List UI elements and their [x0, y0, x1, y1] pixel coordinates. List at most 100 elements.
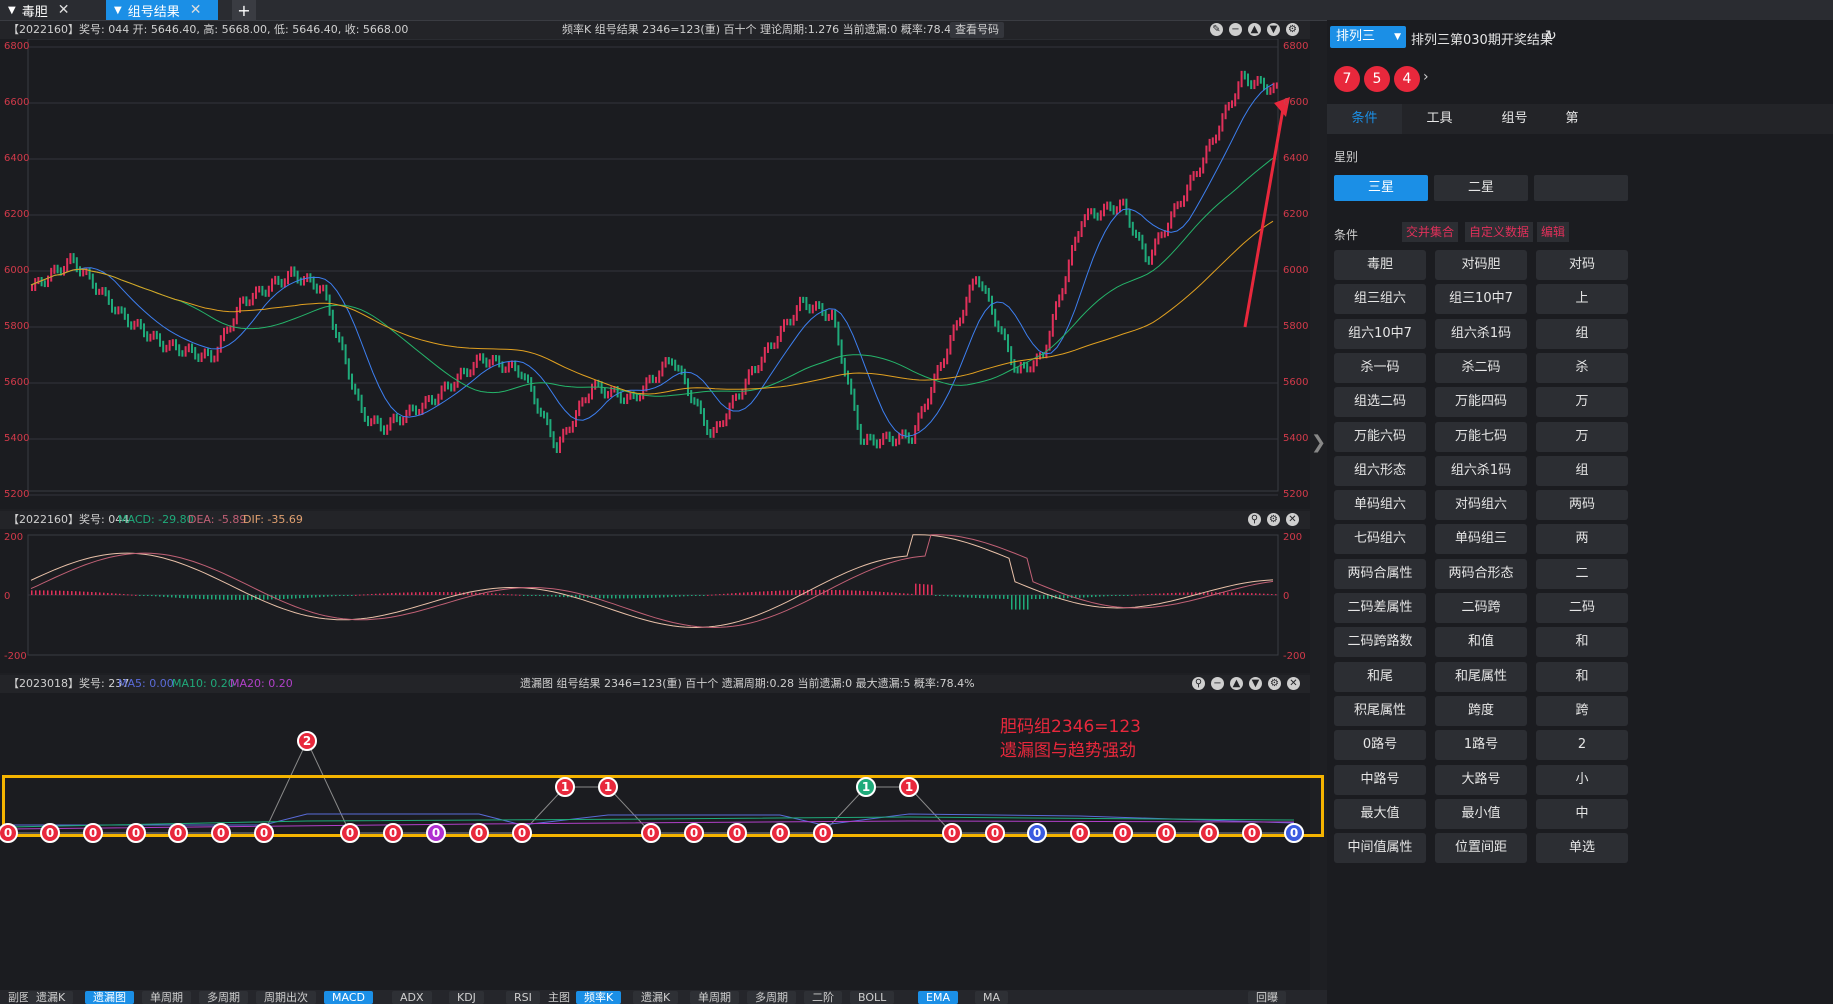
- minus-icon[interactable]: −: [1211, 677, 1224, 690]
- toolbar-subchart-item[interactable]: 周期出次: [256, 991, 316, 1004]
- condition-button[interactable]: 和尾: [1334, 661, 1426, 692]
- toolbar-mainchart-item[interactable]: EMA: [918, 991, 958, 1004]
- condition-button[interactable]: 七码组六: [1334, 524, 1426, 555]
- condition-button[interactable]: 对码组六: [1435, 490, 1527, 521]
- toolbar-subchart-item[interactable]: 遗漏图: [85, 991, 134, 1004]
- toolbar-subchart-item[interactable]: 遗漏K: [28, 991, 74, 1004]
- condition-button[interactable]: 组六形态: [1334, 455, 1426, 486]
- condition-button[interactable]: 组三组六: [1334, 284, 1426, 315]
- condition-button[interactable]: 上: [1536, 284, 1628, 315]
- condition-button[interactable]: 跨度: [1435, 695, 1527, 726]
- condition-button[interactable]: 和: [1536, 661, 1628, 692]
- down-icon[interactable]: ▼: [1249, 677, 1262, 690]
- condition-button[interactable]: 和: [1536, 627, 1628, 658]
- condition-button[interactable]: 对码: [1536, 250, 1628, 280]
- condition-button[interactable]: 中: [1536, 798, 1628, 829]
- tab-more[interactable]: 第: [1552, 104, 1592, 134]
- star-option-more[interactable]: [1534, 175, 1628, 201]
- condition-button[interactable]: 组六10中7: [1334, 318, 1426, 349]
- expand-right-icon[interactable]: ❯: [1311, 432, 1326, 453]
- toolbar-subchart-item[interactable]: RSI: [506, 991, 540, 1004]
- condition-button[interactable]: 二码跨: [1435, 593, 1527, 623]
- up-icon[interactable]: ▲: [1248, 23, 1261, 36]
- condition-button[interactable]: 万: [1536, 421, 1628, 452]
- condition-button[interactable]: 两码合形态: [1435, 558, 1527, 589]
- link-intersection[interactable]: 交并集合: [1402, 222, 1459, 242]
- condition-button[interactable]: 中间值属性: [1334, 833, 1426, 864]
- condition-button[interactable]: 万: [1536, 387, 1628, 418]
- condition-button[interactable]: 和值: [1435, 627, 1527, 658]
- lottery-select[interactable]: 排列三 ▼: [1330, 26, 1406, 48]
- condition-button[interactable]: 单码组三: [1435, 524, 1527, 555]
- close-icon[interactable]: ✕: [190, 2, 202, 18]
- dropdown-icon[interactable]: ▼: [8, 5, 16, 16]
- toolbar-mainchart-item[interactable]: 二阶: [804, 991, 842, 1004]
- condition-button[interactable]: 中路号: [1334, 764, 1426, 795]
- condition-button[interactable]: 跨: [1536, 695, 1628, 726]
- condition-button[interactable]: 1路号: [1435, 730, 1527, 761]
- toolbar-replay-button[interactable]: 回曝: [1248, 991, 1286, 1004]
- toolbar-subchart-item[interactable]: ADX: [392, 991, 432, 1004]
- toolbar-mainchart-item[interactable]: 遗漏K: [633, 991, 679, 1004]
- settings-icon[interactable]: ⚙: [1286, 23, 1299, 36]
- condition-button[interactable]: 0路号: [1334, 730, 1426, 761]
- condition-button[interactable]: 和尾属性: [1435, 661, 1527, 692]
- toolbar-mainchart-item[interactable]: BOLL: [850, 991, 895, 1004]
- condition-button[interactable]: 二码跨路数: [1334, 627, 1426, 658]
- tab-condition[interactable]: 条件: [1327, 104, 1402, 134]
- condition-button[interactable]: 二码: [1536, 593, 1628, 623]
- condition-button[interactable]: 杀一码: [1334, 352, 1426, 383]
- condition-button[interactable]: 最大值: [1334, 798, 1426, 829]
- refresh-icon[interactable]: ↻: [1545, 28, 1557, 44]
- tab-tools[interactable]: 工具: [1402, 104, 1477, 134]
- condition-button[interactable]: 二码差属性: [1334, 593, 1426, 623]
- condition-button[interactable]: 两码合属性: [1334, 558, 1426, 589]
- condition-button[interactable]: 积尾属性: [1334, 695, 1426, 726]
- star-option-3[interactable]: 三星: [1334, 175, 1428, 201]
- condition-button[interactable]: 万能六码: [1334, 421, 1426, 452]
- minus-icon[interactable]: −: [1229, 23, 1242, 36]
- chevron-right-icon[interactable]: ›: [1423, 69, 1429, 85]
- toolbar-mainchart-item[interactable]: MA: [975, 991, 1009, 1004]
- condition-button[interactable]: 杀: [1536, 352, 1628, 383]
- toolbar-mainchart-item[interactable]: 频率K: [576, 991, 622, 1004]
- condition-button[interactable]: 两码: [1536, 490, 1628, 521]
- condition-button[interactable]: 组六杀1码: [1435, 455, 1527, 486]
- condition-button[interactable]: 组三10中7: [1435, 284, 1527, 315]
- settings-icon[interactable]: ⚙: [1267, 513, 1280, 526]
- link-edit[interactable]: 编辑: [1537, 222, 1570, 242]
- condition-button[interactable]: 两: [1536, 524, 1628, 555]
- condition-button[interactable]: 小: [1536, 764, 1628, 795]
- close-icon[interactable]: ✕: [1286, 513, 1299, 526]
- view-number-button[interactable]: 查看号码: [950, 22, 1004, 38]
- condition-button[interactable]: 大路号: [1435, 764, 1527, 795]
- star-option-2[interactable]: 二星: [1434, 175, 1528, 201]
- toolbar-subchart-item[interactable]: KDJ: [449, 991, 484, 1004]
- pin-icon[interactable]: ⚲: [1248, 513, 1261, 526]
- pin-icon[interactable]: ⚲: [1192, 677, 1205, 690]
- condition-button[interactable]: 毒胆: [1334, 250, 1426, 280]
- toolbar-subchart-item[interactable]: 多周期: [199, 991, 248, 1004]
- link-custom-data[interactable]: 自定义数据: [1465, 222, 1534, 242]
- draw-icon[interactable]: ✎: [1210, 23, 1223, 36]
- condition-button[interactable]: 万能四码: [1435, 387, 1527, 418]
- condition-button[interactable]: 位置间距: [1435, 833, 1527, 864]
- condition-button[interactable]: 万能七码: [1435, 421, 1527, 452]
- condition-button[interactable]: 最小值: [1435, 798, 1527, 829]
- toolbar-mainchart-item[interactable]: 单周期: [690, 991, 739, 1004]
- condition-button[interactable]: 组: [1536, 318, 1628, 349]
- toolbar-mainchart-item[interactable]: 多周期: [747, 991, 796, 1004]
- condition-button[interactable]: 二: [1536, 558, 1628, 589]
- up-icon[interactable]: ▲: [1230, 677, 1243, 690]
- close-icon[interactable]: ✕: [1287, 677, 1300, 690]
- tab-group[interactable]: 组号: [1477, 104, 1552, 134]
- add-tab-button[interactable]: +: [232, 0, 256, 20]
- condition-button[interactable]: 单选: [1536, 833, 1628, 864]
- dropdown-icon[interactable]: ▼: [114, 5, 122, 16]
- condition-button[interactable]: 2: [1536, 730, 1628, 761]
- condition-button[interactable]: 单码组六: [1334, 490, 1426, 521]
- condition-button[interactable]: 组: [1536, 455, 1628, 486]
- down-icon[interactable]: ▼: [1267, 23, 1280, 36]
- condition-button[interactable]: 组六杀1码: [1435, 318, 1527, 349]
- tab-dudan[interactable]: ▼ 毒胆 ✕: [0, 0, 92, 20]
